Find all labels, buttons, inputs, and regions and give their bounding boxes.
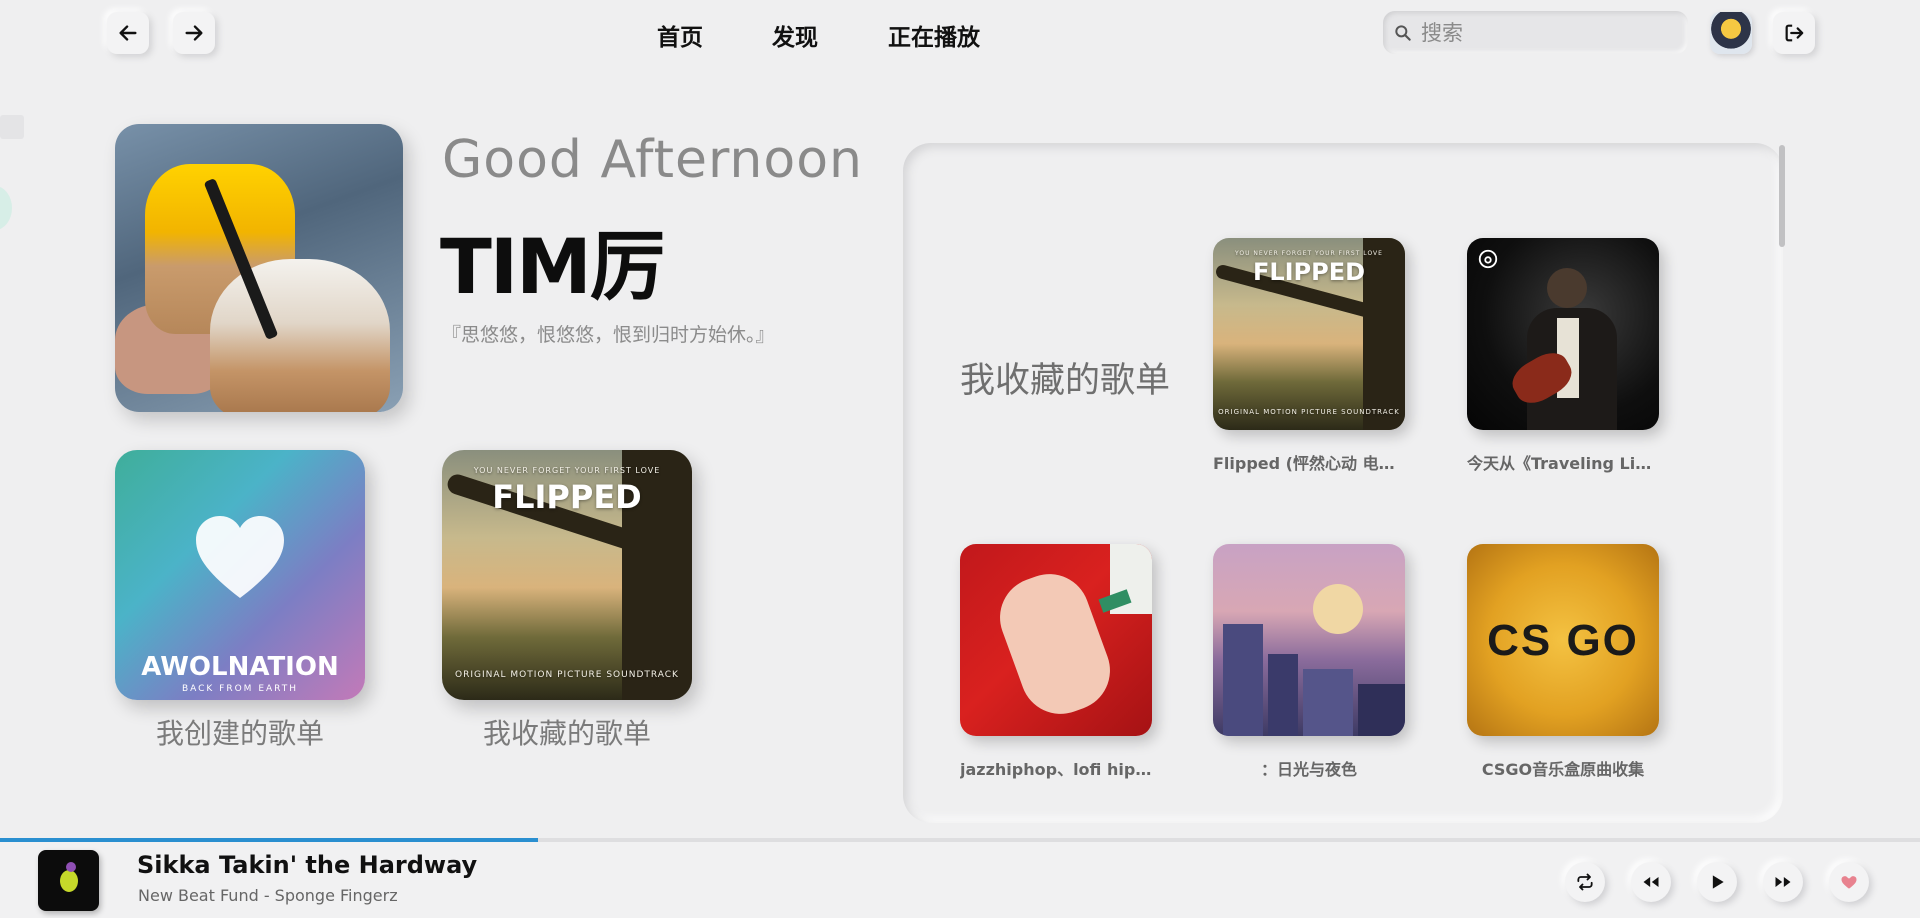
playlist-name[interactable]: 今天从《Traveling Lig... bbox=[1467, 450, 1659, 474]
netease-logo-icon bbox=[1478, 249, 1498, 269]
side-indicator bbox=[0, 186, 12, 230]
playlist-cover[interactable]: YOU NEVER FORGET YOUR FIRST LOVE FLIPPED… bbox=[1213, 238, 1405, 430]
play-button[interactable] bbox=[1697, 862, 1737, 902]
repeat-button[interactable] bbox=[1565, 862, 1605, 902]
song-title[interactable]: Sikka Takin' the Hardway bbox=[137, 851, 477, 879]
playlist-cover[interactable] bbox=[960, 544, 1152, 736]
play-icon bbox=[1712, 875, 1724, 889]
progress-fill bbox=[0, 838, 538, 842]
cover-title: AWOLNATION bbox=[141, 652, 339, 682]
next-icon bbox=[1775, 877, 1791, 887]
playlist-cover[interactable] bbox=[1213, 544, 1405, 736]
created-playlists-card[interactable]: AWOLNATION BACK FROM EARTH bbox=[115, 450, 365, 700]
collected-playlists-card[interactable]: YOU NEVER FORGET YOUR FIRST LOVE FLIPPED… bbox=[442, 450, 692, 700]
like-button[interactable] bbox=[1829, 862, 1869, 902]
cover-title: FLIPPED bbox=[1252, 258, 1366, 286]
side-handle[interactable] bbox=[0, 115, 24, 139]
cover-subtitle: BACK FROM EARTH bbox=[181, 684, 299, 694]
forward-button[interactable] bbox=[173, 12, 215, 54]
song-artist[interactable]: New Beat Fund - Sponge Fingerz bbox=[138, 886, 398, 905]
back-button[interactable] bbox=[107, 12, 149, 54]
panel-scrollbar[interactable] bbox=[1779, 145, 1785, 247]
playlist-name[interactable]: CSGO音乐盒原曲收集 bbox=[1467, 756, 1659, 780]
search-icon bbox=[1395, 24, 1411, 41]
username: TIM厉 bbox=[440, 222, 666, 311]
previous-button[interactable] bbox=[1631, 862, 1671, 902]
heart-icon bbox=[1841, 876, 1857, 889]
search-box[interactable] bbox=[1383, 11, 1688, 54]
playlist-name[interactable]: jazzhiphop、lofi hipho... bbox=[960, 756, 1152, 780]
repeat-icon bbox=[1577, 873, 1593, 891]
arrow-left-icon bbox=[119, 25, 137, 41]
cover-footer: ORIGINAL MOTION PICTURE SOUNDTRACK bbox=[455, 670, 679, 680]
user-motto: 『思悠悠，恨悠悠，恨到归时方始休。』 bbox=[442, 324, 775, 346]
playlist-cover[interactable]: CS GO bbox=[1467, 544, 1659, 736]
previous-icon bbox=[1643, 877, 1659, 887]
cover-tagline: YOU NEVER FORGET YOUR FIRST LOVE bbox=[473, 466, 661, 475]
now-playing-cover[interactable] bbox=[38, 850, 99, 911]
top-bar: 首页 发现 正在播放 bbox=[0, 0, 1920, 70]
nav-discover[interactable]: 发现 bbox=[772, 18, 818, 52]
cover-tagline: YOU NEVER FORGET YOUR FIRST LOVE bbox=[1235, 250, 1383, 257]
heart-icon bbox=[196, 516, 284, 598]
avatar[interactable] bbox=[1710, 12, 1752, 54]
user-banner-image bbox=[115, 124, 403, 412]
playlist-name[interactable]: ：日光与夜色 bbox=[1213, 756, 1405, 780]
nav-home[interactable]: 首页 bbox=[657, 18, 703, 52]
cover-title: CS GO bbox=[1487, 616, 1639, 665]
playlist-name[interactable]: Flipped (怦然心动 电影... bbox=[1213, 450, 1405, 474]
logout-icon bbox=[1785, 24, 1804, 42]
cover-footer: ORIGINAL MOTION PICTURE SOUNDTRACK bbox=[1218, 408, 1400, 416]
greeting-text: Good Afternoon bbox=[442, 130, 863, 190]
nav-now-playing[interactable]: 正在播放 bbox=[888, 18, 980, 52]
playlist-cover[interactable] bbox=[1467, 238, 1659, 430]
created-playlists-label[interactable]: 我创建的歌单 bbox=[115, 712, 365, 752]
search-input[interactable] bbox=[1421, 20, 1671, 45]
next-button[interactable] bbox=[1763, 862, 1803, 902]
panel-title: 我收藏的歌单 bbox=[960, 361, 1171, 401]
arrow-right-icon bbox=[185, 25, 203, 41]
collected-playlists-label[interactable]: 我收藏的歌单 bbox=[442, 712, 692, 752]
logout-button[interactable] bbox=[1773, 12, 1815, 54]
cover-title: FLIPPED bbox=[492, 478, 642, 516]
